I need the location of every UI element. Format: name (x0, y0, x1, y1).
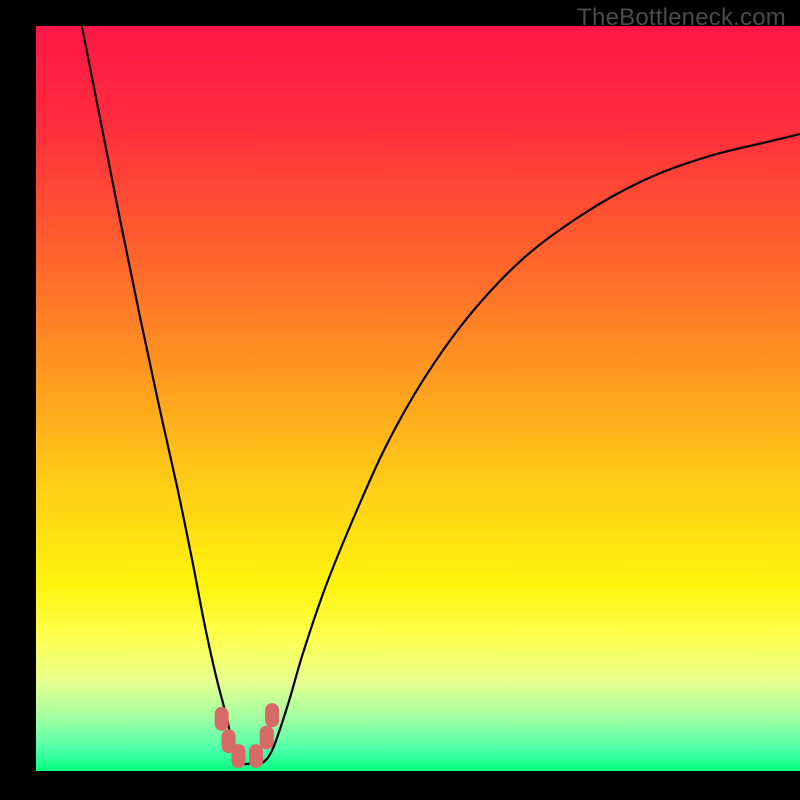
chart-svg (36, 26, 800, 771)
marker-dot (265, 703, 279, 727)
chart-frame: TheBottleneck.com (0, 0, 800, 800)
marker-dot (249, 744, 263, 768)
gradient-background (36, 26, 800, 771)
marker-dot (260, 725, 274, 749)
marker-dot (231, 744, 245, 768)
marker-dot (215, 707, 229, 731)
plot-area (36, 26, 800, 771)
watermark-text: TheBottleneck.com (577, 4, 786, 32)
